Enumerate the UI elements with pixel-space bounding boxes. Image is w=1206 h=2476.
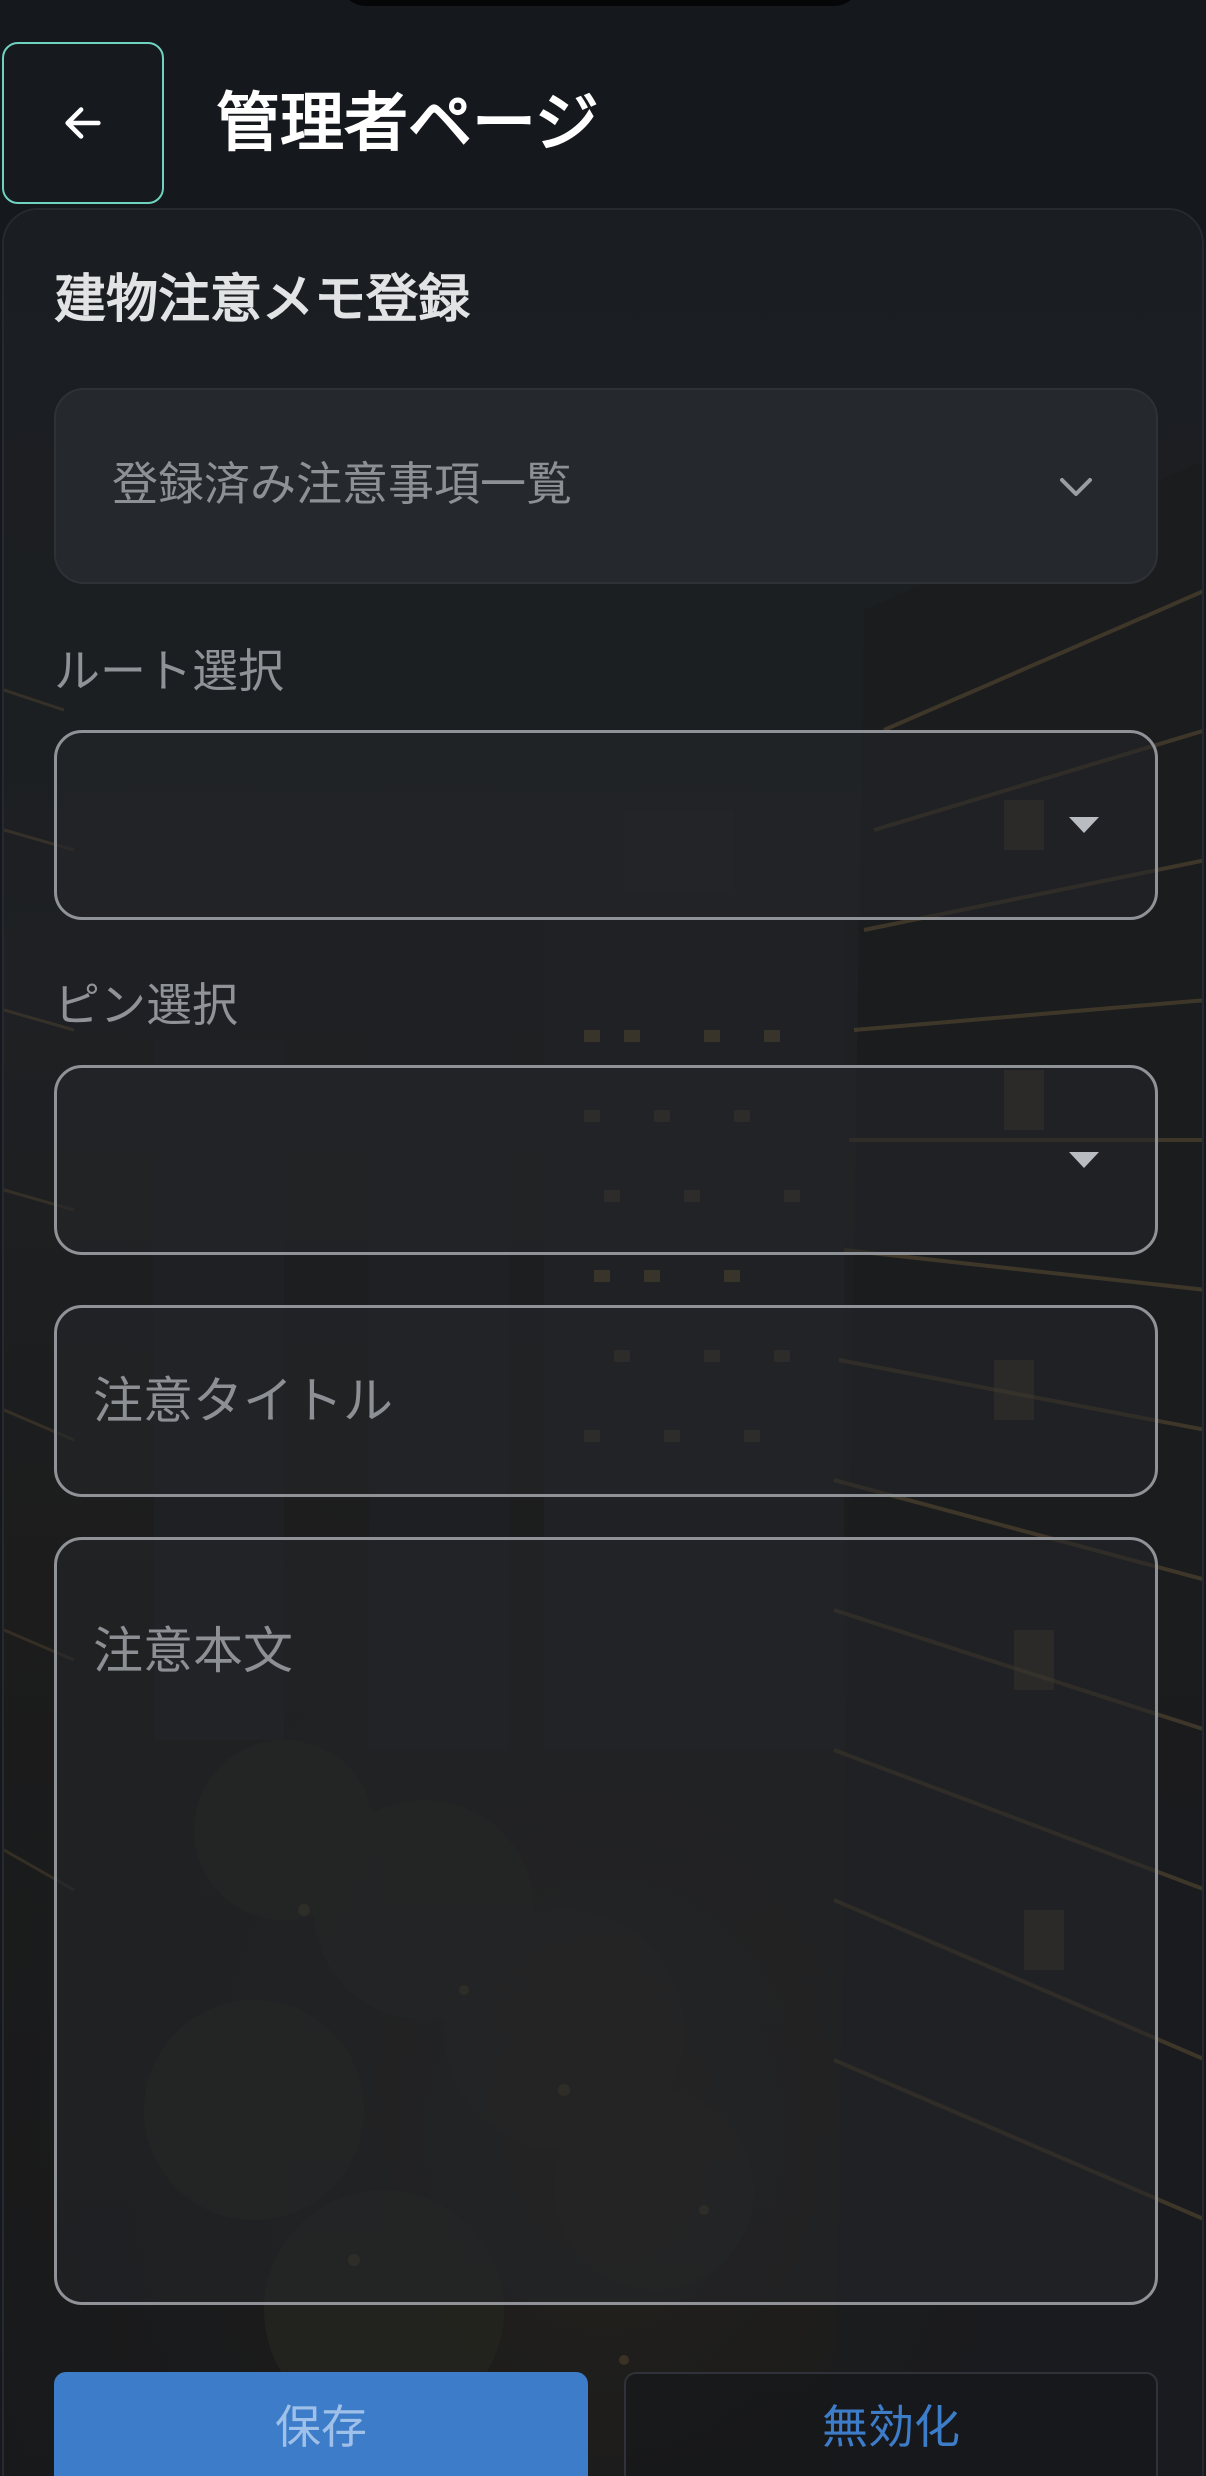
card-title: 建物注意メモ登録 <box>54 270 471 330</box>
dropdown-caret-icon <box>1069 817 1099 833</box>
route-select[interactable] <box>54 730 1158 920</box>
back-button[interactable] <box>2 42 164 204</box>
save-button[interactable]: 保存 <box>54 2372 588 2476</box>
registered-notes-accordion[interactable]: 登録済み注意事項一覧 <box>54 388 1158 584</box>
note-body-textarea[interactable]: 注意本文 <box>54 1537 1158 2305</box>
arrow-left-icon <box>65 107 101 139</box>
disable-button[interactable]: 無効化 <box>624 2372 1158 2476</box>
memo-registration-card: 建物注意メモ登録 登録済み注意事項一覧 ルート選択 ピン選択 注意タイトル 注意… <box>2 208 1204 2476</box>
admin-page: 管理者ページ 建物注意メモ登録 登録済み注意事項一覧 ルート選択 ピン選択 注意… <box>0 0 1206 2476</box>
note-title-placeholder: 注意タイトル <box>93 1372 393 1430</box>
pin-select[interactable] <box>54 1065 1158 1255</box>
pin-select-label: ピン選択 <box>54 978 238 1032</box>
chevron-down-icon <box>1060 478 1092 496</box>
dropdown-caret-icon <box>1069 1152 1099 1168</box>
registered-notes-label: 登録済み注意事項一覧 <box>112 457 572 511</box>
page-title: 管理者ページ <box>216 87 599 161</box>
note-title-input[interactable]: 注意タイトル <box>54 1305 1158 1497</box>
route-select-label: ルート選択 <box>54 644 284 698</box>
page-header: 管理者ページ <box>0 0 1206 210</box>
note-body-placeholder: 注意本文 <box>93 1622 293 1680</box>
